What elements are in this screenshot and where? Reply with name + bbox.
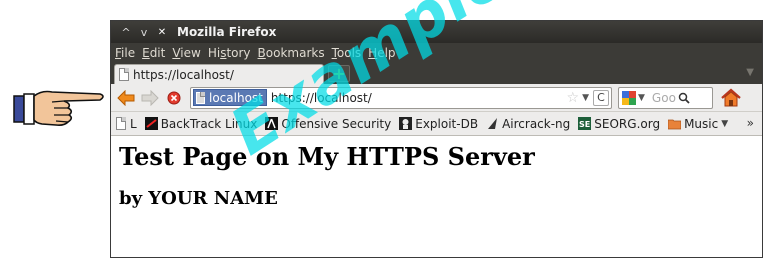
menu-bookmarks[interactable]: Bookmarks [258,46,325,60]
bookmark-aircrack-ng[interactable]: Aircrack-ng [486,117,570,131]
bookmark-label: Music [684,116,719,131]
google-icon[interactable] [622,90,636,105]
minimize-icon[interactable]: ^ [117,26,135,39]
search-engine-dropdown-icon[interactable]: ▼ [638,93,645,103]
url-text[interactable]: https://localhost/ [271,91,372,105]
chevron-down-icon[interactable]: v [135,26,153,39]
stop-icon [167,91,181,104]
bookmark-offensive-security[interactable]: Offensive Security [265,117,391,131]
page-icon [196,91,205,104]
tab-list-arrow-icon[interactable]: ▼ [746,67,754,78]
offsec-icon [265,117,279,130]
new-tab-button[interactable]: + [328,65,350,82]
bookmark-seorg[interactable]: SE SEORG.org [578,117,660,131]
tab-strip: https://localhost/ + ▼ [111,63,762,84]
bookmark-label: Offensive Security [281,116,392,131]
bookmark-label: Aircrack-ng [502,116,571,131]
reload-button[interactable]: C [593,89,609,106]
menu-help[interactable]: Help [368,46,395,60]
forward-arrow-icon [141,89,159,106]
bookmark-backtrack-linux[interactable]: BackTrack Linux [144,116,258,131]
identity-label: localhost [209,90,263,105]
search-placeholder: Goo [651,90,676,105]
bookmark-label: L [130,116,137,131]
home-icon[interactable] [720,87,742,109]
stop-button[interactable] [164,88,184,108]
pointing-hand-icon [12,84,108,134]
bookmark-exploit-db[interactable]: Exploit-DB [399,117,478,131]
site-identity-button[interactable]: localhost [193,89,267,106]
close-icon[interactable]: ✕ [153,27,171,38]
window-title: Mozilla Firefox [177,25,277,39]
title-bar: ^ v ✕ Mozilla Firefox [111,21,762,43]
history-dropdown-icon[interactable]: ▼ [582,93,589,103]
menu-history[interactable]: History [208,46,251,60]
svg-text:SE: SE [579,120,590,129]
folder-icon [668,119,682,130]
search-icon[interactable] [678,92,690,104]
chevron-down-icon: ▼ [721,118,729,129]
page-icon [119,68,129,81]
plus-icon: + [332,63,346,83]
bookmark-star-icon[interactable]: ☆ [567,90,580,106]
menu-edit[interactable]: Edit [142,46,165,60]
seorg-icon: SE [578,117,592,130]
forward-button[interactable] [140,88,160,108]
bookmark-label: BackTrack Linux [160,116,258,131]
bookmarks-overflow-button[interactable]: » [747,116,754,130]
search-bar[interactable]: ▼ Goo [618,86,713,109]
tab-localhost[interactable]: https://localhost/ [114,64,324,84]
menu-view[interactable]: View [172,46,200,60]
back-button[interactable] [116,88,136,108]
page-heading: Test Page on My HTTPS Server [119,142,535,171]
bookmark-label: SEORG.org [594,116,661,131]
page-content: Test Page on My HTTPS Server by YOUR NAM… [111,136,762,236]
bookmark-label: Exploit-DB [415,116,479,131]
bookmarks-toolbar: L BackTrack Linux Offensive Security Exp… [111,112,762,136]
menu-tools[interactable]: Tools [332,46,362,60]
backtrack-icon [144,117,158,130]
page-icon [116,117,126,130]
exploitdb-icon [399,117,413,130]
menu-file[interactable]: File [115,46,135,60]
aircrack-icon [488,118,498,129]
bookmark-folder-music[interactable]: Music ▼ [668,117,728,131]
menu-bar: File Edit View History Bookmarks Tools H… [111,43,762,63]
browser-window: ^ v ✕ Mozilla Firefox File Edit View His… [110,20,763,258]
page-subheading: by YOUR NAME [119,188,278,209]
back-arrow-icon [117,89,135,106]
tab-label: https://localhost/ [133,67,234,82]
url-bar[interactable]: localhost https://localhost/ ☆ ▼ C [190,86,612,109]
bookmark-l[interactable]: L [116,117,137,131]
navigation-bar: localhost https://localhost/ ☆ ▼ C ▼ Goo [111,84,762,112]
